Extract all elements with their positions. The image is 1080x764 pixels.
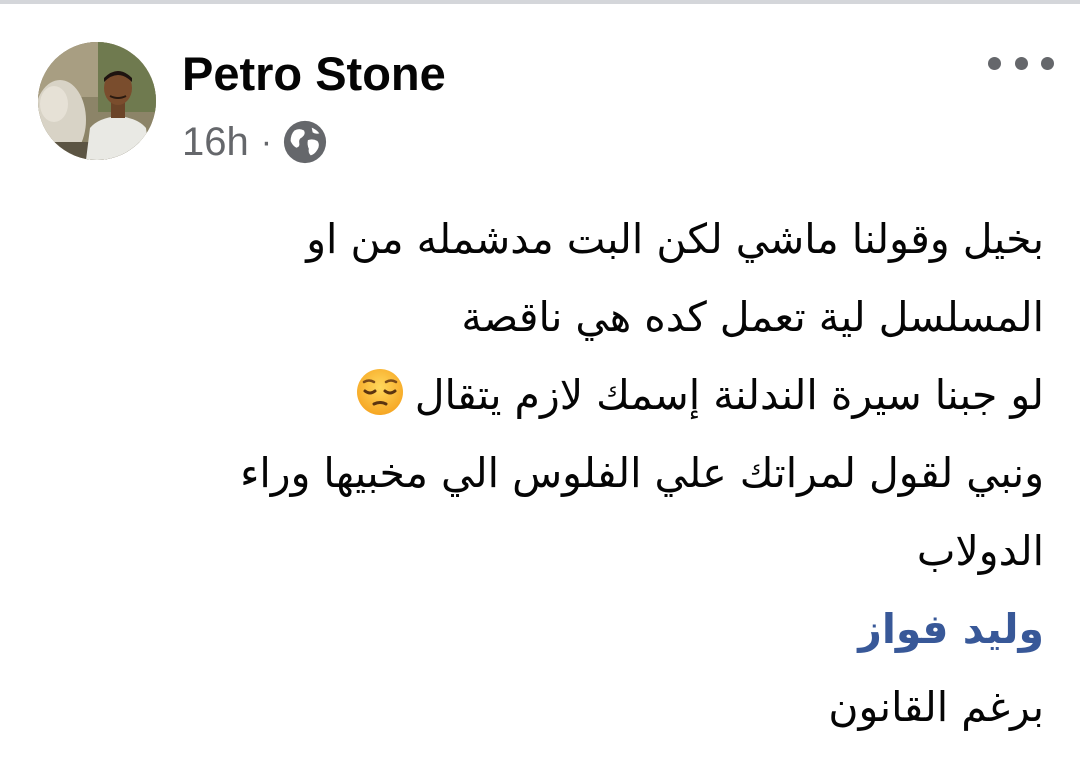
post-text-line: بخيل وقولنا ماشي لكن البت مدشمله من او [306, 215, 1044, 263]
avatar-photo [38, 42, 156, 160]
pensive-face-emoji [356, 369, 403, 415]
author-name[interactable]: Petro Stone [182, 44, 446, 104]
more-horizontal-icon [988, 56, 1001, 70]
more-dot [1041, 56, 1054, 70]
post-text-line: الدولاب [916, 527, 1044, 575]
meta-separator: · [260, 123, 273, 161]
mention-link[interactable]: وليد فواز [34, 590, 1044, 668]
post-timestamp[interactable]: 16h [182, 116, 249, 168]
post-text-line: برغم القانون [828, 683, 1044, 731]
more-options-button[interactable] [988, 46, 1054, 80]
post-meta: 16h · [182, 116, 328, 168]
author-avatar[interactable] [38, 42, 156, 160]
post-text-line: المسلسل لية تعمل كده هي ناقصة [461, 293, 1044, 341]
post-header: Petro Stone 16h · [0, 0, 1080, 170]
more-dot [1014, 56, 1028, 70]
post-text-line-with-emoji: لو جبنا سيرة الندلنة إسمك لازم يتقال [34, 356, 1044, 434]
post-text-line: لو جبنا سيرة الندلنة إسمك لازم يتقال [414, 371, 1044, 419]
globe-icon [283, 120, 327, 164]
post-text: بخيل وقولنا ماشي لكن البت مدشمله من او ا… [34, 200, 1044, 746]
post-text-line: ونبي لقول لمراتك علي الفلوس الي مخبيها و… [240, 449, 1044, 497]
